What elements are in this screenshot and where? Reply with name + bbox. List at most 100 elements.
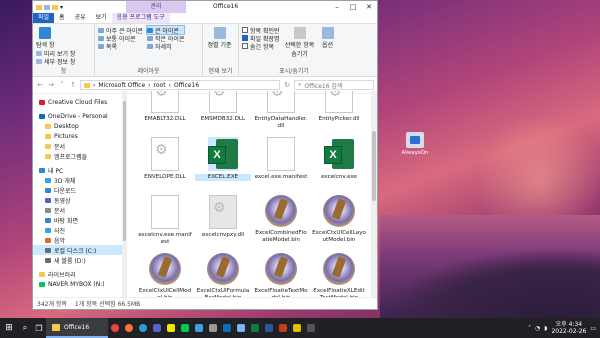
network-icon[interactable]: ◔ [535, 325, 540, 332]
nav-item[interactable]: 내 PC [33, 165, 126, 175]
file-scrollbar-thumb[interactable] [372, 131, 376, 201]
tab-view[interactable]: 보기 [91, 13, 112, 23]
forward-arrow-icon[interactable]: → [47, 81, 55, 89]
file-item[interactable]: ENVELOPE.DLL [137, 137, 193, 181]
nav-item-label: 새 볼륨 (D:) [54, 257, 86, 265]
checkbox-checked-icon [242, 35, 248, 41]
nav-item[interactable]: 엠프로그램들 [33, 151, 126, 161]
file-item[interactable]: ExcelCombinedFloatieModel.bin [253, 195, 309, 243]
taskbar: ⊞ ⌕ ❐ Office16 ˄ ◔ ◗ 오후 4:34 2022-02-26 … [0, 318, 600, 338]
app-icon-word[interactable] [262, 318, 276, 338]
file-item[interactable]: excelcnv.exe.manifest [137, 195, 193, 245]
app-icon-excel[interactable] [248, 318, 262, 338]
app-icon-store[interactable] [234, 318, 248, 338]
app-icon-teams[interactable] [150, 318, 164, 338]
minimize-icon[interactable]: – [329, 1, 345, 13]
app-icon-notepad[interactable] [290, 318, 304, 338]
nav-item[interactable]: 로컬 디스크 (C:) [33, 245, 126, 255]
taskbar-app-file-explorer[interactable]: Office16 [46, 318, 108, 338]
back-arrow-icon[interactable]: ← [36, 81, 44, 89]
task-view-icon[interactable]: ❐ [32, 318, 46, 338]
details-option[interactable]: 자세히 [146, 42, 185, 51]
app-icon-photos[interactable] [192, 318, 206, 338]
nav-item[interactable]: 사진 [33, 225, 126, 235]
tab-application-tools[interactable]: 응용 프로그램 도구 [111, 13, 170, 23]
app-icon-kakaotalk[interactable] [164, 318, 178, 338]
file-item[interactable]: X EXCEL.EXE [195, 137, 251, 181]
file-item[interactable]: ExcelCtxUIFormulaBarModel.bin [195, 253, 251, 298]
file-item[interactable]: ExcelCtxUICellLayoutModel.bin [311, 195, 367, 243]
nav-item[interactable]: 라이브러리 [33, 269, 126, 279]
nav-scrollbar[interactable] [122, 91, 126, 298]
tab-file[interactable]: 파일 [33, 13, 55, 23]
drive-icon [45, 247, 51, 253]
search-box[interactable]: ⌕ Office16 검색 [294, 80, 374, 90]
start-button[interactable]: ⊞ [0, 318, 18, 338]
file-item[interactable]: ExcelFloatieTextModel.bin [253, 253, 309, 298]
desktop-shortcut[interactable]: AlwaysOn [395, 132, 435, 156]
nav-item[interactable]: 새 볼륨 (D:) [33, 255, 126, 265]
firefox-icon[interactable] [122, 318, 136, 338]
file-item[interactable]: EMSMDB32.DLL [195, 91, 251, 123]
nav-item[interactable]: Pictures [33, 131, 126, 141]
file-item[interactable]: excel.exe.manifest [253, 137, 309, 181]
details-pane-button[interactable]: 세부 정보 창 [36, 57, 75, 66]
new-folder-icon[interactable] [52, 4, 58, 10]
app-icon-line[interactable] [178, 318, 192, 338]
chrome-icon[interactable] [108, 318, 122, 338]
medium-icons-option[interactable]: 보통 아이콘 [98, 34, 143, 43]
breadcrumb-item[interactable]: root [154, 82, 166, 89]
nav-item[interactable]: OneDrive - Personal [33, 111, 126, 121]
nav-item[interactable]: Creative Cloud Files [33, 97, 126, 107]
app-icon-powerpoint[interactable] [276, 318, 290, 338]
notification-icon[interactable]: ▭ [590, 325, 596, 332]
app-icon-terminal[interactable] [304, 318, 318, 338]
file-item[interactable]: Xexcelcnv.exe [311, 137, 367, 181]
nav-item[interactable]: 다운로드 [33, 185, 126, 195]
properties-icon[interactable] [44, 4, 50, 10]
clock[interactable]: 오후 4:34 2022-02-26 [551, 321, 586, 335]
up-arrow-icon[interactable]: ↑ [69, 81, 77, 89]
options-button[interactable]: 옵션 [321, 26, 334, 58]
file-item[interactable]: EntityDataHandler.dll [253, 91, 309, 129]
close-icon[interactable]: ✕ [361, 1, 377, 13]
nav-item[interactable]: 문서 [33, 141, 126, 151]
navigation-pane-button[interactable]: 탐색 창 [36, 26, 54, 49]
nav-item[interactable]: Desktop [33, 121, 126, 131]
list-option[interactable]: 목록 [98, 42, 143, 51]
maximize-icon[interactable]: □ [345, 1, 361, 13]
file-scrollbar[interactable] [371, 91, 377, 298]
nav-item[interactable]: 3D 개체 [33, 175, 126, 185]
file-item[interactable]: EMABLT32.DLL [137, 91, 193, 123]
nav-item[interactable]: 동영상 [33, 195, 126, 205]
chevron-down-icon[interactable]: ▾ [60, 4, 63, 11]
app-icon-settings[interactable] [206, 318, 220, 338]
refresh-icon[interactable]: ↻ [283, 81, 291, 89]
chevron-up-icon[interactable]: ˄ [528, 325, 531, 332]
nav-item[interactable]: 음악 [33, 235, 126, 245]
file-item[interactable]: excelcnvpxy.dll [195, 195, 251, 239]
hide-selected-button[interactable]: 선택한 항목 숨기기 [284, 26, 316, 58]
app-icon-mail[interactable] [220, 318, 234, 338]
sort-by-button[interactable]: 정렬 기준 [208, 26, 232, 49]
nav-item[interactable]: 문서 [33, 205, 126, 215]
search-icon[interactable]: ⌕ [18, 318, 32, 338]
file-item[interactable]: ExcelFloatieXLEditTextModel.bin [311, 253, 367, 298]
tab-home[interactable]: 홈 [54, 13, 70, 23]
system-tray: ˄ ◔ ◗ 오후 4:34 2022-02-26 ▭ [528, 318, 596, 338]
music-icon [45, 237, 51, 243]
file-item[interactable]: ExcelCtxUICellModel.bin [137, 253, 193, 298]
hidden-items-toggle[interactable]: 숨긴 항목 [242, 42, 280, 51]
recent-chevron-icon[interactable]: ˅ [58, 81, 66, 89]
volume-icon[interactable]: ◗ [544, 325, 547, 332]
details-pane-icon [36, 58, 42, 64]
nav-scrollbar-thumb[interactable] [122, 101, 126, 241]
nav-item[interactable]: 바탕 화면 [33, 215, 126, 225]
edge-icon[interactable] [136, 318, 150, 338]
breadcrumb-item[interactable]: Office16 [174, 82, 199, 89]
address-bar[interactable]: › Microsoft Office › root › Office16 [80, 80, 280, 90]
breadcrumb-item[interactable]: Microsoft Office [98, 82, 145, 89]
nav-item[interactable]: NAVER MYBOX (N:) [33, 279, 126, 289]
tab-share[interactable]: 공유 [70, 13, 91, 23]
file-item[interactable]: EntityPicker.dll [311, 91, 367, 123]
